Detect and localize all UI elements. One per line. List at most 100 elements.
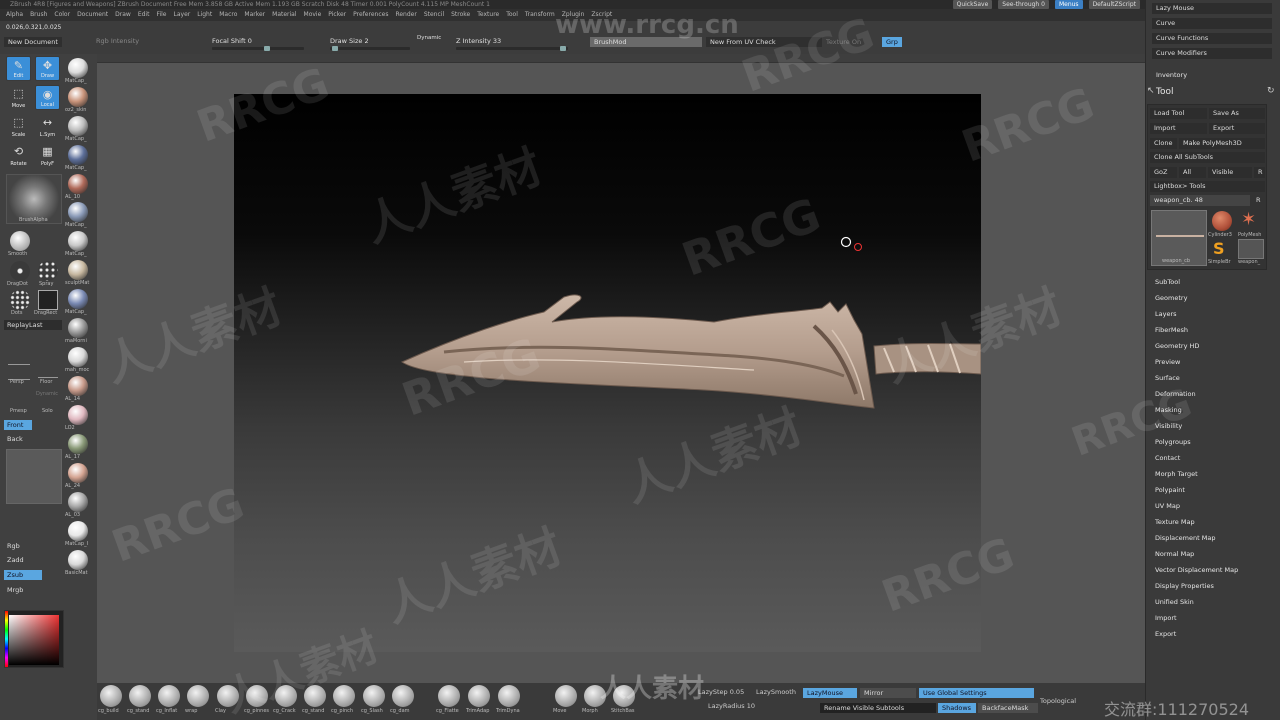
section-geometry[interactable]: Geometry [1155,294,1187,302]
section-texture-map[interactable]: Texture Map [1155,518,1195,526]
all-button[interactable]: All [1179,167,1206,178]
section-masking[interactable]: Masking [1155,406,1182,414]
menu-item-material[interactable]: Material [272,9,296,21]
section-normal-map[interactable]: Normal Map [1155,550,1194,558]
section-uv-map[interactable]: UV Map [1155,502,1180,510]
menu-item-macro[interactable]: Macro [219,9,237,21]
brush-morph[interactable] [584,685,606,707]
section-import[interactable]: Import [1155,614,1177,622]
matcap-swatch[interactable] [68,174,88,194]
brush-cg_inflat[interactable] [158,685,180,707]
inventory-header[interactable]: Inventory [1156,71,1187,79]
color-picker[interactable] [4,610,64,668]
spray-stroke-icon[interactable] [38,261,58,281]
import-button[interactable]: Import [1150,123,1207,134]
menu-item-preferences[interactable]: Preferences [353,9,388,21]
solo-toggle[interactable]: Solo [42,408,53,414]
brush-trimdyna[interactable] [498,685,520,707]
texture-on-toggle[interactable]: Texture On [826,38,861,46]
replaylast-button[interactable]: ReplayLast [4,320,62,330]
weapon-thumbnail[interactable]: weapon_cb [1151,210,1207,266]
cylinder3-thumbnail[interactable] [1212,211,1232,231]
section-preview[interactable]: Preview [1155,358,1180,366]
menu-item-document[interactable]: Document [77,9,108,21]
quicksave-button[interactable]: QuickSave [952,0,993,9]
new-from-uv-check-button[interactable]: New From UV Check [706,37,822,47]
menu-item-brush[interactable]: Brush [30,9,47,21]
polyf-button[interactable]: ▦ PolyF [35,143,60,168]
matcap-swatch[interactable] [68,347,88,367]
new-document-button[interactable]: New Document [4,37,62,47]
matcap-swatch[interactable] [68,145,88,165]
rename-visible-subtools-button[interactable]: Rename Visible Subtools [820,703,936,713]
menu-item-edit[interactable]: Edit [138,9,150,21]
menu-item-zplugin[interactable]: Zplugin [562,9,585,21]
section-deformation[interactable]: Deformation [1155,390,1196,398]
use-global-settings-toggle[interactable]: Use Global Settings [919,688,1034,698]
z-intensity-track[interactable] [456,46,568,51]
matcap-swatch[interactable] [68,463,88,483]
rgb-toggle[interactable]: Rgb [4,541,23,551]
section-polypaint[interactable]: Polypaint [1155,486,1185,494]
section-displacement-map[interactable]: Displacement Map [1155,534,1215,542]
color-square[interactable] [9,615,59,665]
section-vector-displacement-map[interactable]: Vector Displacement Map [1155,566,1238,574]
brush-stitchbas[interactable] [613,685,635,707]
zsub-toggle[interactable]: Zsub [4,570,42,580]
menu-item-tool[interactable]: Tool [506,9,518,21]
matcap-swatch[interactable] [68,492,88,512]
matcap-swatch[interactable] [68,202,88,222]
menu-item-stencil[interactable]: Stencil [424,9,444,21]
palette-curve-modifiers[interactable]: Curve Modifiers [1152,48,1272,59]
lazystep-slider[interactable]: LazyStep 0.05 [694,687,748,697]
brush-cg_stand[interactable] [304,685,326,707]
export-button[interactable]: Export [1209,123,1265,134]
focal-shift-track[interactable] [212,46,304,51]
simplebrush-icon[interactable]: S [1213,239,1225,258]
pmesp-toggle[interactable]: Pmesp [10,408,27,414]
grp-button[interactable]: Grp [882,37,902,47]
section-geometry-hd[interactable]: Geometry HD [1155,342,1199,350]
lazyradius-slider[interactable]: LazyRadius 10 [704,701,759,711]
section-export[interactable]: Export [1155,630,1176,638]
zadd-toggle[interactable]: Zadd [4,555,27,565]
menu-item-file[interactable]: File [156,9,166,21]
focal-shift-slider[interactable]: Focal Shift 0 [212,37,252,45]
menu-item-picker[interactable]: Picker [328,9,346,21]
rotate-button[interactable]: ⟲ Rotate [6,143,31,168]
section-visibility[interactable]: Visibility [1155,422,1182,430]
matcap-swatch[interactable] [68,289,88,309]
move-button[interactable]: ⬚ Move [6,85,31,110]
matcap-swatch[interactable] [68,260,88,280]
section-layers[interactable]: Layers [1155,310,1177,318]
dragrect-stroke-icon[interactable] [38,290,58,310]
weapon-tool-slider[interactable]: weapon_cb. 48 [1150,195,1250,206]
brush-cg_dam[interactable] [392,685,414,707]
palette-lazy-mouse[interactable]: Lazy Mouse [1152,3,1272,14]
weapon-thumbnail-2[interactable] [1238,239,1264,259]
matcap-swatch[interactable] [68,434,88,454]
brush-cg_flatte[interactable] [438,685,460,707]
hue-strip[interactable] [5,611,8,667]
lazysmooth-slider[interactable]: LazySmooth [752,687,800,697]
lazymouse-toggle[interactable]: LazyMouse [803,688,857,698]
clone-all-subtools-button[interactable]: Clone All SubTools [1150,152,1265,163]
menu-item-marker[interactable]: Marker [244,9,265,21]
front-button[interactable]: Front [4,420,32,430]
z-intensity-slider[interactable]: Z Intensity 33 [456,37,501,45]
topological-toggle[interactable]: Topological [1036,696,1080,706]
section-fibermesh[interactable]: FiberMesh [1155,326,1188,334]
sword-model[interactable] [234,94,982,652]
mrgb-toggle[interactable]: Mrgb [4,585,26,595]
brush-cg_build[interactable] [100,685,122,707]
persp-icon[interactable] [8,364,30,380]
menu-item-stroke[interactable]: Stroke [451,9,470,21]
shadows-toggle[interactable]: Shadows [938,703,976,713]
local-button[interactable]: ◉ Local [35,85,60,110]
matcap-swatch[interactable] [68,58,88,78]
lightbox-tools-button[interactable]: Lightbox> Tools [1150,181,1265,192]
draw-size-track[interactable] [330,46,410,51]
brush-move[interactable] [555,685,577,707]
edit-button[interactable]: ✎ Edit [6,56,31,81]
make-polymesh3d-button[interactable]: Make PolyMesh3D [1179,138,1265,149]
